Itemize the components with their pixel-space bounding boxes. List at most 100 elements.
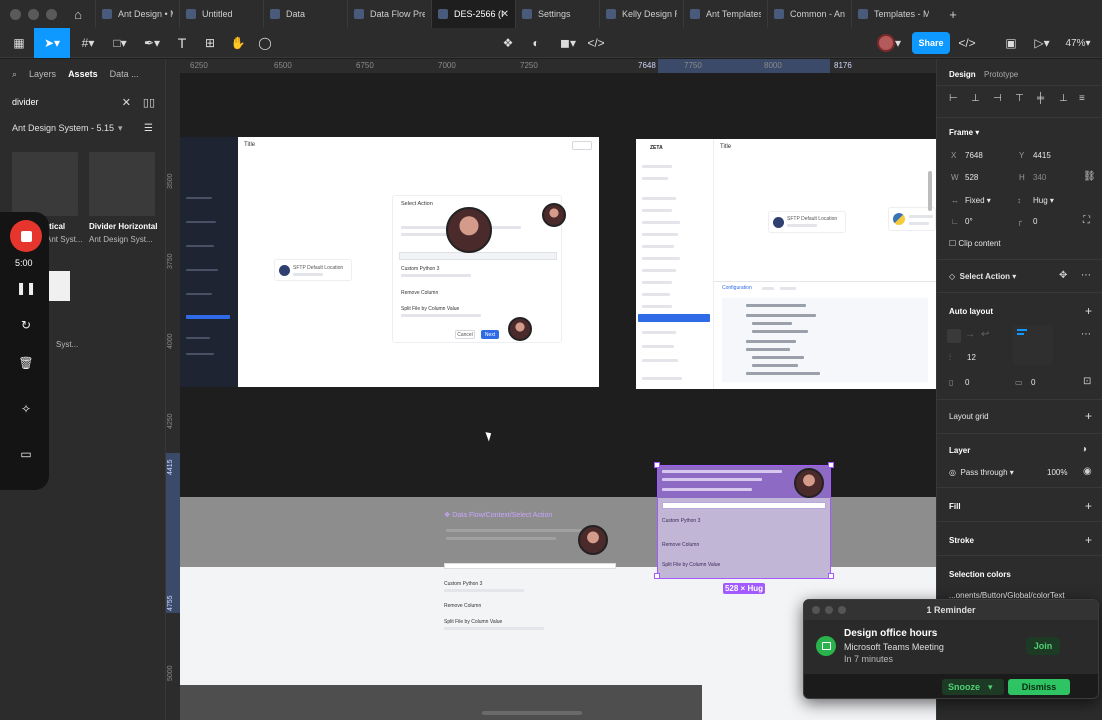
more-icon[interactable]: ⋯	[1081, 270, 1091, 281]
notification-expand-button[interactable]	[838, 606, 846, 614]
hand-tool-icon[interactable]: ✋	[228, 28, 248, 58]
library-icon[interactable]: ▣	[1000, 28, 1022, 58]
y-input[interactable]: 4415	[1033, 151, 1051, 160]
rotation-input[interactable]: 0°	[965, 217, 973, 226]
add-fill-icon[interactable]: +	[1085, 499, 1092, 513]
frame2-sidebar[interactable]: ZETA	[636, 139, 714, 389]
notification-minimize-button[interactable]	[825, 606, 833, 614]
independent-corners-icon[interactable]: ⛶	[1083, 215, 1090, 226]
padding-v-input[interactable]: 0	[1031, 378, 1035, 387]
h-input[interactable]: 340	[1033, 173, 1046, 182]
tab-data[interactable]: Data ...	[110, 69, 139, 79]
snooze-button[interactable]: Snooze ▾	[942, 679, 1004, 695]
resize-handle[interactable]	[654, 573, 660, 579]
align-left-icon[interactable]: ⊢	[949, 93, 958, 104]
tab-configuration[interactable]: Configuration	[722, 285, 752, 291]
camera-icon[interactable]: ▭	[13, 443, 39, 465]
frame1-top-button[interactable]	[572, 141, 592, 150]
sftp-node[interactable]: SFTP Default Location	[274, 259, 352, 281]
more-icon[interactable]: ⋯	[1081, 329, 1091, 340]
align-center-h-icon[interactable]: ⊥	[971, 93, 980, 104]
tab-common-ant[interactable]: Common - Ant	[767, 0, 851, 28]
tab-ant-design[interactable]: Ant Design • M	[95, 0, 179, 28]
frame2-scrollbar[interactable]	[928, 171, 932, 211]
component-icon[interactable]: ❖	[498, 28, 518, 58]
frame-section-label[interactable]: Frame ▾	[949, 128, 979, 137]
alignment-grid[interactable]	[1013, 325, 1053, 365]
blend-mode-select[interactable]: ◎ Pass through ▾	[949, 468, 1014, 477]
shape-tool-icon[interactable]: □▾	[106, 28, 134, 58]
tab-layers[interactable]: Layers	[29, 69, 56, 79]
new-tab-icon[interactable]: +	[943, 7, 963, 22]
gap-input[interactable]: 12	[967, 353, 976, 362]
asset-thumb-3[interactable]	[46, 271, 70, 301]
tab-data-flow-preview[interactable]: Data Flow Previ	[347, 0, 431, 28]
dismiss-button[interactable]: Dismiss	[1008, 679, 1070, 695]
direction-horizontal-icon[interactable]: →	[965, 329, 975, 340]
clear-search-icon[interactable]: ✕	[122, 96, 131, 109]
close-window-button[interactable]	[10, 8, 21, 20]
tab-design[interactable]: Design	[949, 70, 976, 79]
home-icon[interactable]: ⌂	[67, 7, 89, 22]
resize-handle[interactable]	[828, 462, 834, 468]
add-auto-layout-icon[interactable]: +	[1085, 304, 1092, 318]
tab-settings[interactable]: Settings	[515, 0, 599, 28]
frame1-sidebar[interactable]	[180, 137, 238, 387]
zoom-level[interactable]: 47% ▾	[1060, 28, 1096, 58]
main-menu-icon[interactable]: ▦	[6, 28, 32, 58]
component-instance-row[interactable]: ◇ Select Action ▾	[949, 272, 1016, 281]
align-top-icon[interactable]: ⊤	[1015, 93, 1024, 104]
comment-tool-icon[interactable]: ◯	[254, 28, 276, 58]
resize-handle[interactable]	[828, 573, 834, 579]
search-icon[interactable]: ⌕	[12, 69, 17, 80]
component-set-label[interactable]: ❖ Data Flow/Context/Select Action	[444, 511, 552, 519]
trash-icon[interactable]: 🗑	[13, 352, 39, 374]
align-right-icon[interactable]: ⊣	[993, 93, 1002, 104]
pause-icon[interactable]: ❚❚	[13, 277, 39, 299]
padding-individual-icon[interactable]: ⊡	[1083, 376, 1091, 387]
next-button[interactable]: Next	[481, 330, 499, 339]
asset-thumb-divider-horizontal[interactable]	[89, 152, 155, 216]
tab-assets[interactable]: Assets	[68, 69, 98, 79]
frame2-sftp-node[interactable]: SFTP Default Location	[768, 211, 846, 233]
pen-tool-icon[interactable]: ✒▾	[138, 28, 166, 58]
align-bottom-icon[interactable]: ⊥	[1059, 93, 1068, 104]
maximize-window-button[interactable]	[46, 8, 57, 20]
list-view-icon[interactable]: ☰	[144, 123, 153, 134]
section-gray-block[interactable]	[180, 685, 702, 720]
user-avatar[interactable]: ▾	[872, 28, 906, 58]
dev-mode-icon[interactable]: </>	[956, 28, 978, 58]
text-tool-icon[interactable]: T	[172, 28, 192, 58]
tab-kelly-design[interactable]: Kelly Design Re	[599, 0, 683, 28]
variable-mode-icon[interactable]: ◑	[1081, 444, 1087, 455]
asset-search[interactable]: divider ✕ ▯▯	[0, 89, 165, 115]
opacity-input[interactable]: 100%	[1047, 468, 1067, 477]
effects-icon[interactable]: ✧	[13, 398, 39, 420]
code-icon[interactable]: </>	[586, 28, 606, 58]
component-icon[interactable]: ✥	[1059, 270, 1067, 281]
constrain-proportions-icon[interactable]: ⛓	[1083, 171, 1096, 182]
direction-vertical-icon[interactable]	[947, 329, 961, 343]
move-tool-icon[interactable]: ➤▾	[34, 28, 70, 58]
frame-data-flow-config[interactable]: Title SFTP Default Location Configuratio…	[714, 139, 936, 389]
tab-prototype[interactable]: Prototype	[984, 70, 1018, 79]
frame-select-action-modal[interactable]: Title SFTP Default Location Select Actio…	[238, 137, 599, 387]
add-layout-grid-icon[interactable]: +	[1085, 409, 1092, 423]
align-center-v-icon[interactable]: ╪	[1037, 93, 1044, 104]
asset-search-input[interactable]: divider	[12, 97, 39, 107]
asset-thumb-divider-vertical[interactable]	[12, 152, 78, 216]
tab-des-2566[interactable]: DES-2566 (I ✕	[431, 0, 515, 28]
share-button[interactable]: Share	[912, 32, 950, 54]
width-mode-select[interactable]: Fixed ▾	[965, 196, 991, 205]
height-mode-select[interactable]: Hug ▾	[1033, 196, 1054, 205]
tab-untitled[interactable]: Untitled	[179, 0, 263, 28]
minimize-window-button[interactable]	[28, 8, 39, 20]
close-tab-icon[interactable]: ✕	[501, 9, 509, 20]
direction-wrap-icon[interactable]: ↩	[981, 329, 989, 340]
eye-icon[interactable]: ◉	[1083, 466, 1092, 477]
corner-radius-input[interactable]: 0	[1033, 217, 1037, 226]
notification-close-button[interactable]	[812, 606, 820, 614]
tab-ant-templates[interactable]: Ant Templates	[683, 0, 767, 28]
frame-tool-icon[interactable]: #▾	[74, 28, 102, 58]
resources-icon[interactable]: ⊞	[200, 28, 220, 58]
